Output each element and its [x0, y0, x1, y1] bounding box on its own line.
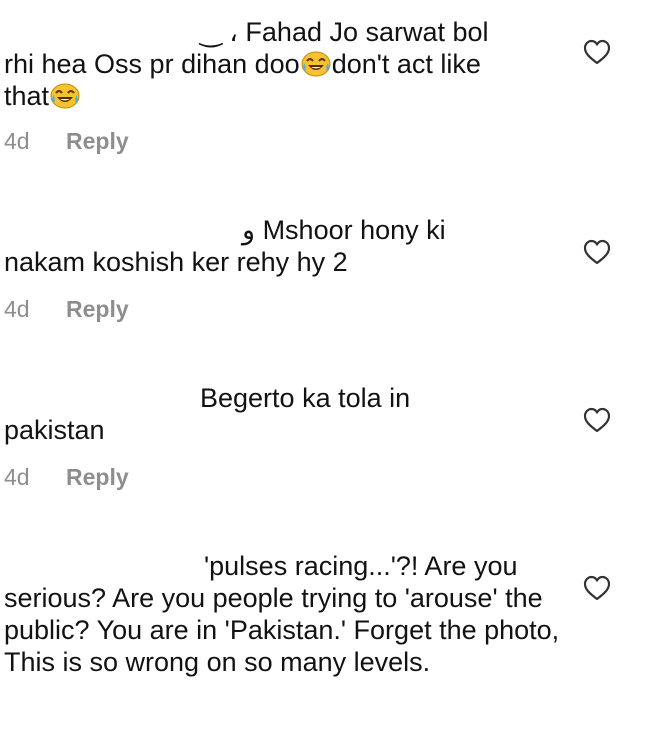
face-with-tears-of-joy-icon — [301, 51, 331, 77]
comment-first-line: ‿ ، Fahad Jo sarwat bol — [4, 16, 564, 48]
comment-timestamp: 4d — [4, 464, 30, 490]
like-button[interactable] — [582, 38, 612, 66]
reply-button[interactable]: Reply — [66, 128, 129, 155]
like-button[interactable] — [582, 238, 612, 266]
comment-meta: 4d Reply — [4, 464, 129, 491]
like-button[interactable] — [582, 574, 612, 602]
comment-text: 'pulses racing...'?! Are you serious? Ar… — [4, 550, 574, 678]
comment-line-2b: don't act like — [331, 49, 481, 79]
comment-rest-text: nakam koshish ker rehy hy 2 — [4, 247, 348, 277]
comment-rest-text: pakistan — [4, 415, 105, 445]
comment-meta: 4d Reply — [4, 296, 129, 323]
reply-button[interactable]: Reply — [66, 464, 129, 491]
reply-button[interactable]: Reply — [66, 296, 129, 323]
face-with-tears-of-joy-icon — [50, 83, 80, 109]
heart-outline-icon — [583, 407, 611, 433]
comment-username[interactable]: ‿ ، — [200, 17, 245, 47]
comment-first-line: Begerto ka tola in — [4, 382, 564, 414]
comment-first-line: 'pulses racing...'?! Are you — [4, 550, 574, 582]
comment-meta: 4d Reply — [4, 128, 129, 155]
comment-first-line: ﻭ Mshoor hony ki — [4, 214, 564, 246]
heart-outline-icon — [583, 239, 611, 265]
comment-first-line-text: 'pulses racing...'?! Are you — [204, 551, 518, 581]
heart-outline-icon — [583, 575, 611, 601]
comment-line-3a: that — [4, 81, 50, 111]
comment-text: ‿ ، Fahad Jo sarwat bol rhi hea Oss pr d… — [4, 16, 564, 112]
comment-rest-text: serious? Are you people trying to 'arous… — [4, 583, 560, 677]
comment-first-line-text: Mshoor hony ki — [262, 215, 446, 245]
comment-first-line-text: Begerto ka tola in — [200, 383, 411, 413]
comment-timestamp: 4d — [4, 296, 30, 322]
comment-text: ﻭ Mshoor hony ki nakam koshish ker rehy … — [4, 214, 564, 278]
comment-username[interactable]: ﻭ — [242, 215, 263, 245]
like-button[interactable] — [582, 406, 612, 434]
heart-outline-icon — [583, 39, 611, 65]
comment-timestamp: 4d — [4, 128, 30, 154]
comment-text: Begerto ka tola in pakistan — [4, 382, 564, 446]
comment-first-line-text: Fahad Jo sarwat bol — [245, 17, 489, 47]
comment-line-2a: rhi hea Oss pr dihan doo — [4, 49, 300, 79]
